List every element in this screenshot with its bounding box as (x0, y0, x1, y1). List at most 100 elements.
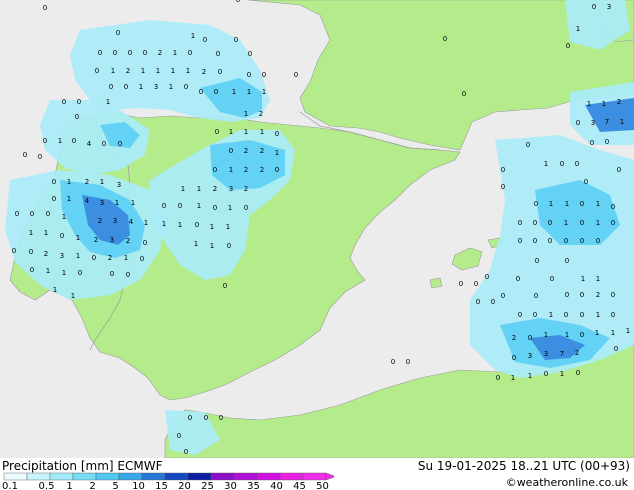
map-value-label: 3 (60, 252, 64, 260)
map-value-label: 0 (124, 83, 128, 91)
map-value-label: 0 (518, 219, 522, 227)
map-value-label: 1 (67, 195, 71, 203)
land-ibiza (429, 277, 443, 289)
map-value-label: 1 (262, 88, 266, 96)
map-value-label: 0 (216, 50, 220, 58)
scale-color-box (118, 472, 143, 481)
map-value-label: 1 (76, 234, 80, 242)
forecast-datetime: Su 19-01-2025 18..21 UTC (00+93) (417, 459, 630, 473)
map-value-label: 1 (587, 100, 591, 108)
map-value-label: 3 (110, 236, 114, 244)
scale-label: 45 (293, 481, 306, 490)
map-value-label: 0 (78, 269, 82, 277)
scale-label: 15 (155, 481, 168, 490)
scale-color-box (302, 472, 327, 481)
map-value-label: 1 (29, 229, 33, 237)
map-value-label: 0 (596, 237, 600, 245)
map-value-label: 0 (43, 137, 47, 145)
map-value-label: 0 (565, 291, 569, 299)
map-value-label: 0 (247, 71, 251, 79)
map-value-label: 1 (226, 223, 230, 231)
map-value-label: 0 (102, 140, 106, 148)
map-value-label: 0 (614, 345, 618, 353)
map-value-label: 0 (584, 178, 588, 186)
map-value-label: 1 (46, 267, 50, 275)
map-value-label: 1 (544, 331, 548, 339)
map-value-label: 0 (195, 221, 199, 229)
map-value-label: 0 (213, 166, 217, 174)
map-value-label: 1 (581, 275, 585, 283)
map-value-label: 0 (474, 280, 478, 288)
map-value-label: 0 (188, 49, 192, 57)
map-value-label: 0 (248, 50, 252, 58)
color-scale: 0.1 0.5 1 2 5 10 15 20 25 30 35 40 45 50 (2, 472, 334, 490)
map-value-label: 1 (139, 83, 143, 91)
map-value-label: 0 (52, 178, 56, 186)
map-value-label: 0 (113, 49, 117, 57)
map-value-label: 0 (30, 266, 34, 274)
map-value-label: 0 (229, 147, 233, 155)
scale-label: 10 (132, 481, 145, 490)
map-value-label: 4 (129, 218, 134, 226)
map-value-label: 4 (85, 197, 90, 205)
map-value-label: 1 (602, 100, 606, 108)
map-value-label: 0 (204, 414, 208, 422)
map-value-label: 0 (95, 67, 99, 75)
map-value-label: 1 (595, 329, 599, 337)
map-value-label: 0 (126, 271, 130, 279)
map-value-label: 7 (605, 118, 609, 126)
map-value-label: 2 (260, 147, 264, 155)
map-value-label: 0 (592, 3, 596, 11)
map-value-label: 3 (229, 185, 233, 193)
map-value-label: 0 (244, 204, 248, 212)
map-value-label: 0 (580, 200, 584, 208)
map-value-label: 0 (501, 183, 505, 191)
map-value-label: 0 (512, 354, 516, 362)
map-value-label: 0 (219, 414, 223, 422)
map-value-label: 1 (115, 199, 119, 207)
map-value-label: 1 (141, 67, 145, 75)
map-value-label: 0 (275, 130, 279, 138)
scale-color-box (72, 472, 97, 481)
scale-color-box (164, 472, 189, 481)
map-value-label: 1 (44, 229, 48, 237)
map-value-label: 0 (199, 88, 203, 96)
map-value-label: 0 (611, 203, 615, 211)
map-value-label: 0 (575, 160, 579, 168)
scale-label: 1 (66, 481, 72, 490)
map-value-label: 0 (29, 248, 33, 256)
map-value-label: 1 (511, 374, 515, 382)
map-value-label: 2 (158, 49, 162, 57)
map-value-label: 0 (548, 219, 552, 227)
map-value-label: 1 (620, 118, 624, 126)
map-value-label: 0 (485, 273, 489, 281)
map-value-label: 0 (177, 432, 181, 440)
map-value-label: 1 (229, 166, 233, 174)
map-value-label: 0 (544, 370, 548, 378)
map-value-label: 0 (617, 166, 621, 174)
map-value-label: 0 (15, 210, 19, 218)
map-value-label: 1 (247, 88, 251, 96)
map-value-label: 0 (564, 237, 568, 245)
map-value-label: 1 (169, 83, 173, 91)
map-value-label: 0 (275, 166, 279, 174)
map-value-label: 2 (617, 98, 621, 106)
map-value-label: 0 (611, 291, 615, 299)
map-value-label: 0 (576, 369, 580, 377)
map-value-label: 0 (236, 0, 240, 4)
map-value-label: 0 (109, 83, 113, 91)
map-value-label: 0 (77, 98, 81, 106)
map-value-label: 1 (596, 200, 600, 208)
map-value-label: 2 (126, 67, 130, 75)
map-value-label: 0 (62, 98, 66, 106)
title-text: Precipitation [mm] (2, 459, 114, 473)
map-value-label: 1 (611, 329, 615, 337)
copyright: ©weatheronline.co.uk (505, 476, 628, 489)
map-value-label: 0 (143, 239, 147, 247)
scale-color-box (95, 472, 120, 481)
map-value-label: 1 (131, 199, 135, 207)
chart-title: Precipitation [mm] ECMWF (2, 459, 162, 473)
map-value-label: 0 (580, 291, 584, 299)
map-value-label: 0 (227, 242, 231, 250)
map-value-label: 0 (491, 298, 495, 306)
